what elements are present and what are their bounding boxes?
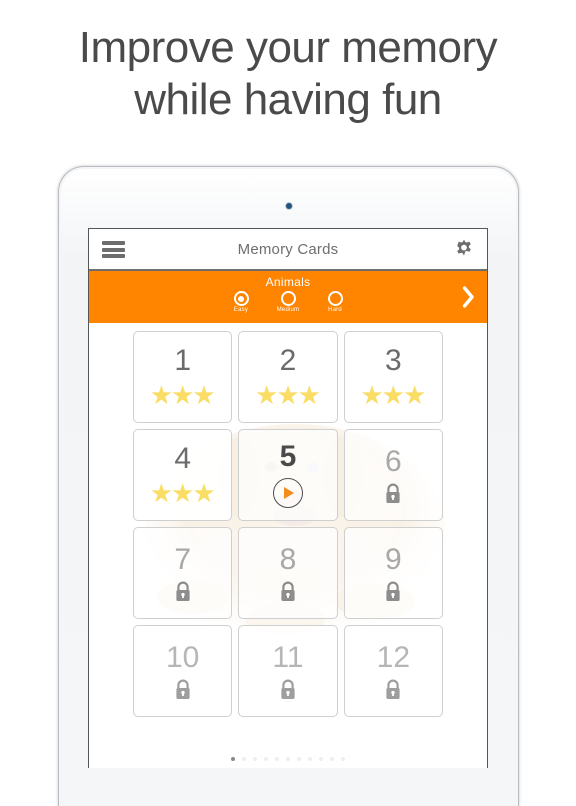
page-dot[interactable] bbox=[330, 757, 334, 761]
hamburger-bar bbox=[102, 254, 125, 258]
level-card[interactable]: 1 ★ ★ ★ bbox=[133, 331, 233, 423]
lock-icon bbox=[176, 679, 190, 699]
difficulty-selector[interactable]: Easy Medium Hard bbox=[89, 291, 487, 313]
star-icon: ★ bbox=[297, 380, 321, 410]
radio-icon[interactable] bbox=[280, 291, 296, 306]
star-rating: ★ ★ ★ bbox=[360, 380, 427, 410]
level-card[interactable]: 2 ★ ★ ★ bbox=[238, 331, 338, 423]
difficulty-option-medium[interactable]: Medium bbox=[271, 291, 305, 313]
level-number: 5 bbox=[279, 440, 297, 473]
level-number: 11 bbox=[272, 640, 304, 674]
level-number: 1 bbox=[174, 344, 191, 377]
lock-icon bbox=[386, 483, 400, 503]
gear-icon[interactable] bbox=[453, 238, 475, 260]
app-top-bar: Memory Cards bbox=[89, 229, 487, 271]
page-dot[interactable] bbox=[341, 757, 345, 761]
star-icon: ★ bbox=[255, 380, 279, 410]
level-number: 7 bbox=[174, 542, 191, 576]
level-number: 10 bbox=[165, 640, 200, 674]
level-card-locked[interactable]: 12 bbox=[343, 625, 443, 717]
radio-selected-icon[interactable] bbox=[233, 291, 249, 306]
page-dot[interactable] bbox=[319, 757, 323, 761]
star-icon: ★ bbox=[192, 380, 216, 410]
lock-icon bbox=[281, 581, 295, 601]
radio-icon[interactable] bbox=[327, 291, 343, 306]
star-icon: ★ bbox=[149, 478, 173, 508]
level-number: 2 bbox=[279, 344, 297, 377]
page-dot[interactable] bbox=[286, 757, 290, 761]
difficulty-option-hard[interactable]: Hard bbox=[318, 291, 352, 313]
level-card-locked[interactable]: 10 bbox=[133, 625, 233, 717]
star-icon: ★ bbox=[381, 380, 405, 410]
play-triangle bbox=[284, 487, 295, 499]
star-rating: ★ ★ ★ bbox=[149, 380, 216, 410]
page-dot-active[interactable] bbox=[231, 757, 235, 761]
star-icon: ★ bbox=[402, 380, 427, 410]
level-card[interactable]: 4 ★ ★ ★ bbox=[133, 429, 233, 521]
star-icon: ★ bbox=[149, 380, 173, 410]
lock-icon bbox=[386, 679, 400, 699]
level-card-locked[interactable]: 8 bbox=[238, 527, 338, 619]
level-card-current[interactable]: 5 bbox=[238, 429, 338, 521]
star-icon: ★ bbox=[171, 478, 195, 508]
page-dot[interactable] bbox=[242, 757, 246, 761]
lock-icon bbox=[176, 581, 190, 601]
hamburger-menu-icon[interactable] bbox=[102, 241, 125, 258]
page-title: Memory Cards bbox=[237, 240, 339, 258]
pagination-dots[interactable] bbox=[89, 757, 487, 761]
star-rating: ★ ★ ★ bbox=[149, 478, 216, 508]
page-dot[interactable] bbox=[308, 757, 312, 761]
star-rating: ★ ★ ★ bbox=[255, 380, 321, 410]
star-icon: ★ bbox=[192, 478, 216, 508]
app-screen: Memory Cards Animals Easy Medium Hard 1 … bbox=[88, 228, 488, 768]
promo-headline: Improve your memory while having fun bbox=[78, 23, 498, 124]
level-card-locked[interactable]: 6 bbox=[343, 429, 443, 521]
play-icon[interactable] bbox=[272, 478, 303, 508]
difficulty-label: Medium bbox=[276, 307, 300, 313]
level-card-locked[interactable]: 11 bbox=[238, 625, 338, 717]
level-number: 4 bbox=[174, 442, 191, 475]
level-number: 6 bbox=[384, 444, 402, 478]
star-icon: ★ bbox=[276, 380, 300, 410]
page-dot[interactable] bbox=[253, 757, 257, 761]
category-name: Animals bbox=[265, 275, 311, 289]
lock-icon bbox=[281, 679, 295, 699]
difficulty-option-easy[interactable]: Easy bbox=[224, 291, 258, 313]
level-number: 12 bbox=[376, 640, 411, 674]
level-grid-area: 1 ★ ★ ★ 2 ★ ★ ★ 3 ★ ★ ★ 4 ★ ★ ★ 5 6 7 8 … bbox=[89, 323, 487, 768]
chevron-right-icon[interactable] bbox=[462, 286, 475, 308]
level-number: 8 bbox=[279, 542, 297, 576]
level-number: 3 bbox=[384, 344, 402, 377]
hamburger-bar bbox=[102, 247, 125, 252]
level-grid: 1 ★ ★ ★ 2 ★ ★ ★ 3 ★ ★ ★ 4 ★ ★ ★ 5 6 7 8 … bbox=[89, 323, 487, 717]
page-dot[interactable] bbox=[264, 757, 268, 761]
star-icon: ★ bbox=[360, 380, 384, 410]
level-card-locked[interactable]: 7 bbox=[133, 527, 233, 619]
level-card[interactable]: 3 ★ ★ ★ bbox=[343, 331, 443, 423]
category-bar[interactable]: Animals Easy Medium Hard bbox=[89, 271, 487, 323]
page-dot[interactable] bbox=[297, 757, 301, 761]
difficulty-label: Hard bbox=[328, 307, 342, 313]
star-icon: ★ bbox=[171, 380, 195, 410]
level-card-locked[interactable]: 9 bbox=[343, 527, 443, 619]
camera-dot-icon bbox=[285, 203, 292, 209]
lock-icon bbox=[386, 581, 400, 601]
hamburger-bar bbox=[102, 241, 125, 245]
page-dot[interactable] bbox=[275, 757, 279, 761]
difficulty-label: Easy bbox=[233, 307, 249, 313]
level-number: 9 bbox=[384, 542, 402, 576]
